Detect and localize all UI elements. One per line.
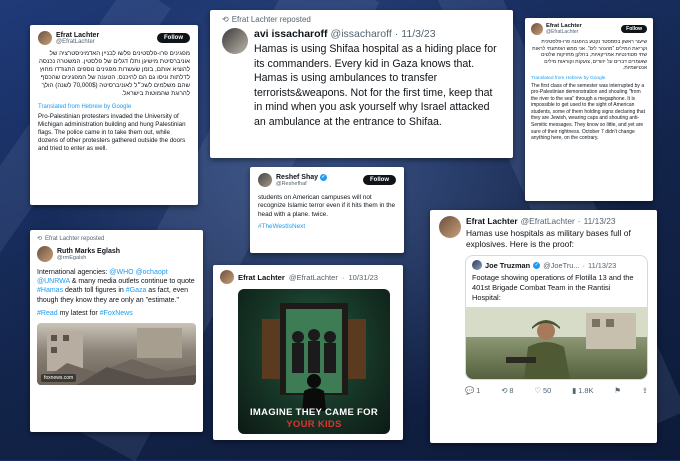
repost-indicator: ⟲ Efrat Lachter reposted — [37, 235, 105, 243]
views-action[interactable]: ▮ 1.8K — [572, 386, 593, 395]
verified-badge-icon: ✓ — [320, 173, 328, 181]
quote-tweet[interactable]: Joe Truzman ✓ @JoeTru... · 11/13/23 Foot… — [465, 255, 648, 380]
translation-link[interactable]: Translated from Hebrew by Google — [531, 76, 647, 81]
author-handle[interactable]: @EfratLachter — [521, 216, 575, 226]
repost-icon: ⟲ — [501, 386, 508, 395]
poster-headline: IMAGINE THEY CAME FOR — [249, 407, 379, 418]
like-action[interactable]: ♡ 50 — [534, 386, 551, 395]
author-name[interactable]: Ruth Marks Eglash — [57, 248, 120, 255]
quote-author-name[interactable]: Joe Truzman — [485, 261, 530, 270]
mention-link[interactable]: @ochaopt — [136, 269, 168, 276]
tweet-card-first-class[interactable]: Efrat Lachter @EfratLachter Follow שיעור… — [525, 18, 653, 201]
tweet-card-hospital-proof[interactable]: Efrat Lachter @EfratLachter · 11/13/23 H… — [430, 210, 657, 443]
poster-image[interactable]: IMAGINE THEY CAME FOR YOUR KIDS — [238, 289, 390, 434]
quote-author-handle[interactable]: @JoeTru... — [543, 261, 579, 270]
follow-button[interactable]: Follow — [363, 175, 396, 185]
tweet-card-reshef[interactable]: Reshef Shay ✓ @Reshefhaf Follow students… — [250, 167, 404, 253]
tweet-card-protest-michigan[interactable]: Efrat Lachter @EfratLachter Follow מפגינ… — [30, 25, 198, 205]
rubble-photo[interactable]: foxnews.com — [37, 322, 196, 385]
tweet-text-english: The first class of the semester was inte… — [531, 82, 645, 142]
author-handle[interactable]: @rmEgalsh — [57, 255, 120, 261]
bookmark-icon[interactable]: ⚑ — [614, 386, 621, 395]
hashtag-link[interactable]: #FoxNews — [100, 310, 133, 317]
quote-text: Footage showing operations of Flotilla 1… — [472, 273, 634, 302]
author-handle[interactable]: @EfratLachter — [56, 39, 99, 45]
repost-action[interactable]: ⟲ 8 — [501, 386, 513, 395]
share-icon[interactable]: ⇪ — [642, 386, 648, 395]
avatar[interactable] — [220, 270, 234, 284]
mention-link[interactable]: @WHO — [109, 269, 133, 276]
author-name[interactable]: Efrat Lachter — [466, 216, 518, 226]
tweet-text-hebrew: שיעור ראשון בסמסטר נקטע בהפגנה פרו-פלסטי… — [532, 39, 647, 71]
follow-button[interactable]: Follow — [157, 33, 190, 43]
author-name[interactable]: Reshef Shay — [276, 174, 318, 181]
avatar[interactable] — [37, 246, 53, 262]
avatar[interactable] — [439, 216, 461, 238]
avatar[interactable] — [472, 260, 482, 270]
tweet-text-english: Pro-Palestinian protesters invaded the U… — [38, 113, 186, 152]
reply-action[interactable]: 💬 1 — [465, 386, 480, 395]
repost-indicator: ⟲ Efrat Lachter reposted — [222, 15, 311, 24]
hashtag-link[interactable]: #Gaza — [126, 287, 147, 294]
reply-icon: 💬 — [465, 386, 475, 395]
tweet-text: students on American campuses will not r… — [258, 194, 396, 218]
tweet-date[interactable]: 10/31/23 — [348, 273, 378, 282]
author-handle[interactable]: @Reshefhaf — [276, 181, 327, 187]
author-name[interactable]: Efrat Lachter — [56, 32, 99, 39]
poster-subheadline: YOUR KIDS — [286, 419, 342, 430]
tweet-text-hebrew: מפגינים פרו-פלסטינים פלשו לבניין האדמיני… — [39, 50, 190, 97]
translation-link[interactable]: Translated from Hebrew by Google — [38, 104, 190, 110]
author-handle[interactable]: @EfratLachter — [546, 29, 582, 35]
mention-link[interactable]: @UNRWA — [37, 278, 70, 285]
hashtag-link[interactable]: #Hamas — [37, 287, 63, 294]
avatar[interactable] — [38, 31, 52, 45]
repost-icon: ⟲ — [222, 15, 229, 24]
tweet-date[interactable]: 11/13/23 — [584, 216, 616, 226]
author-name[interactable]: Efrat Lachter — [238, 273, 285, 282]
follow-button[interactable]: Follow — [621, 25, 647, 33]
link-domain-label[interactable]: foxnews.com — [41, 373, 77, 382]
repost-icon: ⟲ — [37, 236, 43, 242]
heart-icon: ♡ — [534, 386, 542, 395]
avatar[interactable] — [531, 23, 543, 35]
tweet-card-imagine-poster[interactable]: Efrat Lachter @EfratLachter · 10/31/23 I… — [213, 265, 403, 440]
verified-badge-icon: ✓ — [533, 261, 541, 269]
author-handle[interactable]: @issacharoff — [331, 28, 392, 40]
tweet-action-bar: 💬 1 ⟲ 8 ♡ 50 ▮ 1.8K ⚑ ⇪ — [465, 386, 648, 395]
soldier-video-illustration — [466, 307, 647, 379]
tweet-date[interactable]: 11/3/23 — [401, 28, 435, 40]
tweet-text: International agencies: @WHO @ochaopt @U… — [37, 269, 195, 304]
tweet-card-issacharoff[interactable]: ⟲ Efrat Lachter reposted avi issacharoff… — [210, 10, 513, 158]
author-handle[interactable]: @EfratLachter — [289, 273, 338, 282]
avatar[interactable] — [222, 28, 248, 54]
tweet-text: Hamas is using Shifaa hospital as a hidi… — [254, 43, 497, 128]
tweet-read-line: #Read my latest for #FoxNews — [37, 309, 133, 317]
quote-date[interactable]: 11/13/23 — [588, 261, 616, 270]
avatar[interactable] — [258, 173, 272, 187]
hashtag-link[interactable]: #TheWestIsNext — [258, 223, 396, 230]
author-name[interactable]: avi issacharoff — [254, 28, 328, 40]
views-icon: ▮ — [572, 386, 577, 395]
hashtag-link[interactable]: #Read — [37, 310, 58, 317]
tweet-card-ruth-eglash[interactable]: ⟲ Efrat Lachter reposted Ruth Marks Egla… — [30, 230, 203, 432]
tweet-text: Hamas use hospitals as military bases fu… — [466, 228, 631, 249]
soldier-video-thumbnail[interactable] — [466, 307, 647, 379]
